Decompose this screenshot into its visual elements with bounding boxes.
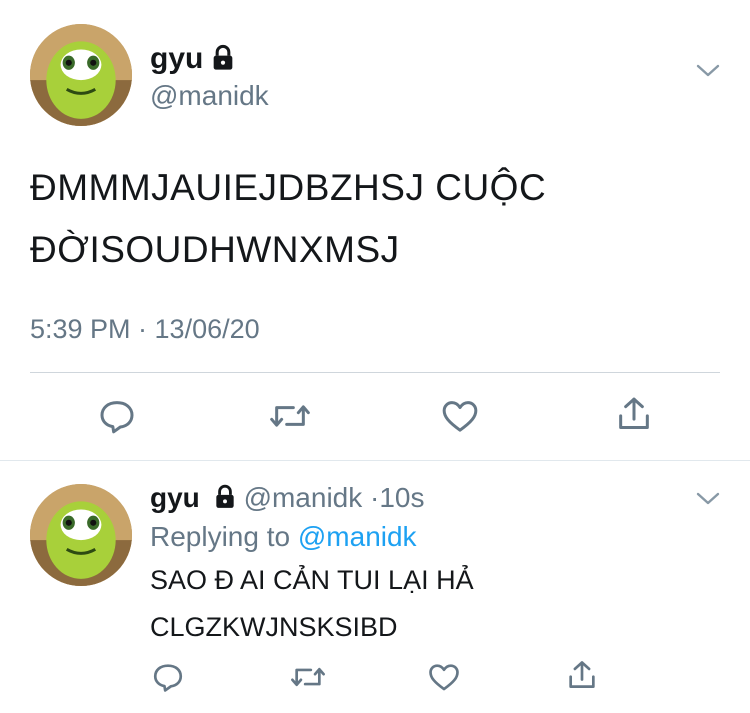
lock-icon bbox=[209, 44, 237, 72]
user-handle[interactable]: @manidk bbox=[150, 80, 269, 112]
share-icon[interactable] bbox=[614, 394, 654, 436]
reply-user-handle[interactable]: @manidk bbox=[244, 482, 363, 513]
reply-icon[interactable] bbox=[97, 396, 137, 436]
section-divider bbox=[0, 460, 750, 461]
tweet-text-line-1: ĐMMMJAUIEJDBZHSJ CUỘC bbox=[30, 167, 547, 208]
reply-header: gyu @manidk ·10s bbox=[150, 482, 425, 514]
tweet-timestamp[interactable]: 5:39 PM · 13/06/20 bbox=[30, 314, 260, 345]
replying-to-label: Replying to bbox=[150, 521, 291, 552]
like-icon[interactable] bbox=[427, 660, 461, 694]
reply-text-line-1: SAO Đ AI CẢN TUI LẠI HẢ bbox=[150, 565, 474, 595]
display-name[interactable]: gyu bbox=[150, 42, 203, 76]
lock-icon bbox=[212, 484, 238, 510]
replying-to-handle-link[interactable]: @manidk bbox=[298, 521, 417, 552]
reply-text-line-2: CLGZKWJNSKSIBD bbox=[150, 612, 398, 642]
reply-icon[interactable] bbox=[151, 660, 185, 694]
like-icon[interactable] bbox=[440, 396, 480, 436]
share-icon[interactable] bbox=[565, 658, 599, 694]
chevron-down-icon[interactable] bbox=[695, 62, 721, 80]
divider bbox=[30, 372, 720, 373]
separator-dot: · bbox=[370, 482, 380, 513]
reply-time-ago[interactable]: 10s bbox=[379, 482, 424, 513]
chevron-down-icon[interactable] bbox=[695, 490, 721, 508]
retweet-icon[interactable] bbox=[268, 396, 312, 436]
tweet-text-line-2: ĐỜISOUDHWNXMSJ bbox=[30, 229, 400, 270]
avatar[interactable] bbox=[30, 24, 132, 126]
replying-to: Replying to @manidk bbox=[150, 521, 417, 553]
retweet-icon[interactable] bbox=[289, 660, 327, 694]
mike-wazowski-avatar-icon bbox=[30, 484, 132, 586]
reply-display-name[interactable]: gyu bbox=[150, 482, 200, 513]
mike-wazowski-avatar-icon bbox=[30, 24, 132, 126]
reply-avatar[interactable] bbox=[30, 484, 132, 586]
